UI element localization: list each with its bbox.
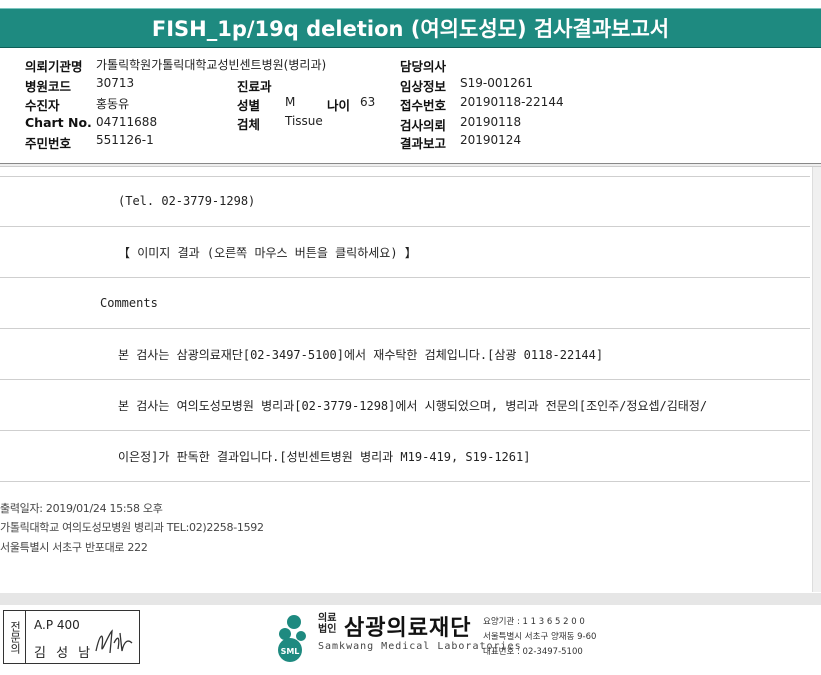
resident-no-label: 주민번호 [25, 136, 72, 151]
footer-divider [0, 593, 821, 605]
signature-image [95, 629, 133, 654]
report-title: FISH_1p/19q deletion (여의도성모) 검사결과보고서 [0, 8, 821, 48]
age-value: 63 [360, 95, 376, 109]
chart-no-label: Chart No. [25, 115, 92, 130]
resident-no-value: 551126-1 [96, 133, 154, 147]
license-number: A.P 400 [34, 618, 80, 632]
dept-label: 진료과 [237, 79, 272, 94]
specialist-label: 전문의 [4, 611, 26, 663]
report-row-text: 본 검사는 삼광의료재단[02-3497-5100]에서 재수탁한 검체입니다.… [118, 347, 604, 362]
recipient-value: 홍동유 [96, 97, 130, 111]
comments-heading: Comments [100, 296, 158, 310]
report-row: 이은정]가 판독한 결과입니다.[성빈센트병원 병리과 M19-419, S19… [0, 431, 810, 482]
receipt-label: 접수번호 [400, 98, 447, 113]
lab-contact-info: 요양기관 : 1 1 3 6 5 2 0 0 서울특별시 서초구 양재동 9-6… [483, 615, 596, 660]
clinical-info-value: S19-001261 [460, 76, 534, 90]
address: 서울특별시 서초구 반포대로 222 [0, 541, 148, 554]
lab-code: 요양기관 : 1 1 3 6 5 2 0 0 [483, 617, 585, 627]
sex-value: M [285, 95, 296, 109]
request-date-value: 20190118 [460, 115, 522, 129]
specialist-label-text: 전문의 [8, 620, 22, 654]
sex-label: 성별 [237, 98, 261, 113]
hospital-code-label: 병원코드 [25, 79, 72, 94]
header-divider [0, 163, 821, 167]
clinical-info-label: 임상정보 [400, 79, 447, 94]
sml-logo-icon: SML [278, 615, 306, 662]
chart-no-value: 04711688 [96, 115, 158, 129]
specialist-name: 김 성 남 [34, 646, 94, 661]
vertical-scrollbar[interactable] [812, 167, 821, 592]
signature-box: 전문의 A.P 400 김 성 남 [3, 610, 140, 664]
institution-label: 의뢰기관명 [25, 59, 83, 74]
report-row-text: 본 검사는 여의도성모병원 병리과[02-3779-1298]에서 시행되었으며… [118, 398, 708, 413]
institution-value: 가톨릭학원가톨릭대학교성빈센트병원(병리과) [96, 58, 327, 72]
sml-badge-text: SML [281, 647, 300, 656]
report-date-value: 20190124 [460, 133, 522, 147]
image-result-link[interactable]: 【 이미지 결과 (오른쪽 마우스 버튼을 클릭하세요) 】 [0, 227, 810, 278]
recipient-label: 수진자 [25, 98, 60, 113]
report-row: (Tel. 02-3779-1298) [0, 176, 810, 227]
report-date-label: 결과보고 [400, 136, 447, 151]
corp-label-line1: 의료 [318, 613, 337, 624]
specimen-value: Tissue [285, 114, 323, 128]
report-row: 본 검사는 여의도성모병원 병리과[02-3779-1298]에서 시행되었으며… [0, 380, 810, 431]
report-row-text[interactable]: 【 이미지 결과 (오른쪽 마우스 버튼을 클릭하세요) 】 [118, 244, 417, 261]
report-row: 본 검사는 삼광의료재단[02-3497-5100]에서 재수탁한 검체입니다.… [0, 329, 810, 380]
receipt-value: 20190118-22144 [460, 95, 564, 109]
age-label: 나이 [327, 98, 351, 113]
lab-phone: 대표번호 : 02-3497-5100 [483, 647, 583, 657]
doctor-label: 담당의사 [400, 59, 447, 74]
report-row: Comments [0, 278, 810, 329]
print-date: 출력일자: 2019/01/24 15:58 오후 [0, 502, 163, 515]
patient-info-panel: 의뢰기관명 가톨릭학원가톨릭대학교성빈센트병원(병리과) 담당의사 병원코드 3… [0, 53, 821, 163]
corp-label: 의료 법인 [318, 613, 336, 635]
report-row-text: 이은정]가 판독한 결과입니다.[성빈센트병원 병리과 M19-419, S19… [118, 449, 531, 464]
request-date-label: 검사의뢰 [400, 118, 447, 133]
dept-contact: 가톨릭대학교 여의도성모병원 병리과 TEL:02)2258-1592 [0, 521, 264, 534]
corp-label-line2: 법인 [318, 624, 337, 635]
specimen-label: 검체 [237, 117, 261, 132]
lab-address: 서울특별시 서초구 양재동 9-60 [483, 632, 597, 642]
report-row-text: (Tel. 02-3779-1298) [118, 194, 256, 208]
hospital-code-value: 30713 [96, 76, 135, 90]
brand-name-ko: 삼광의료재단 [344, 616, 472, 641]
